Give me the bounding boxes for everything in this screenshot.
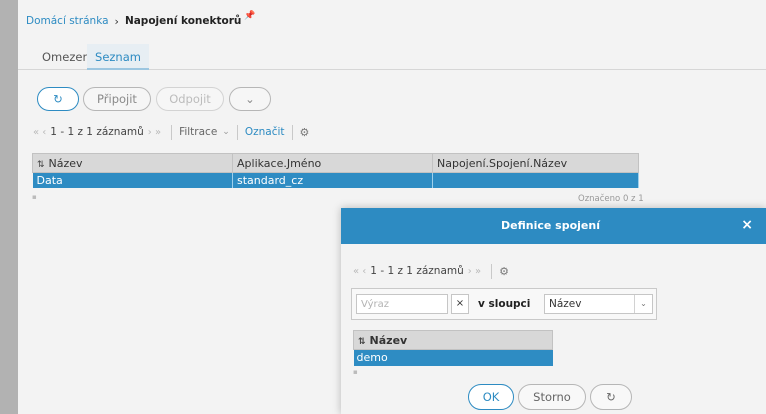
gear-icon[interactable]: ⚙ bbox=[499, 265, 509, 278]
scroll-indicator: ▪ bbox=[353, 368, 358, 376]
ok-button[interactable]: OK bbox=[468, 384, 514, 410]
column-select-value: Název bbox=[549, 298, 582, 310]
cancel-button[interactable]: Storno bbox=[518, 384, 586, 410]
pager-first-prev[interactable]: « ‹ bbox=[353, 266, 366, 277]
cell-nazev: demo bbox=[353, 349, 553, 366]
refresh-icon: ↻ bbox=[606, 390, 616, 404]
dialog-table: ⇅ Název demo bbox=[353, 330, 553, 366]
table-header-row: ⇅ Název bbox=[353, 330, 553, 350]
column-label: v sloupci bbox=[478, 298, 531, 310]
table-row[interactable]: demo bbox=[353, 349, 553, 366]
sort-icon: ⇅ bbox=[358, 336, 366, 347]
modal-overlay: Definice spojení × « ‹ 1 - 1 z 1 záznamů… bbox=[0, 0, 766, 414]
dialog-pager: « ‹ 1 - 1 z 1 záznamů › » ⚙ bbox=[353, 262, 509, 280]
clear-icon[interactable]: × bbox=[451, 294, 469, 314]
close-icon[interactable]: × bbox=[741, 217, 753, 233]
pager-info: 1 - 1 z 1 záznamů bbox=[370, 265, 464, 277]
search-input[interactable] bbox=[356, 294, 448, 314]
filter-panel: × v sloupci Název ⌄ bbox=[351, 288, 657, 320]
dialog-header: Definice spojení × bbox=[341, 208, 766, 244]
pager-divider bbox=[491, 263, 493, 279]
dialog-buttons: OK Storno ↻ bbox=[468, 384, 632, 410]
column-select[interactable]: Název ⌄ bbox=[544, 294, 653, 314]
dialog-title: Definice spojení bbox=[501, 219, 600, 232]
chevron-down-icon: ⌄ bbox=[634, 295, 652, 313]
pager-next-last[interactable]: › » bbox=[468, 266, 481, 277]
column-header-nazev[interactable]: ⇅ Název bbox=[353, 330, 553, 350]
connection-dialog: Definice spojení × « ‹ 1 - 1 z 1 záznamů… bbox=[341, 208, 766, 414]
refresh-button[interactable]: ↻ bbox=[590, 384, 632, 410]
